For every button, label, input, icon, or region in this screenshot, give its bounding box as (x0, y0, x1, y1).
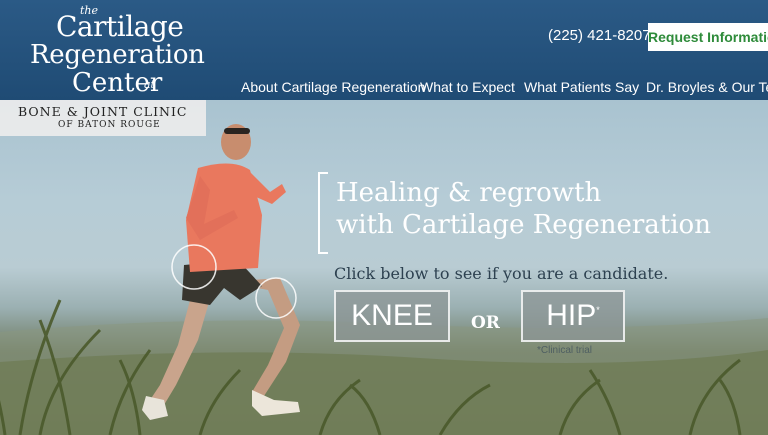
nav-what-patients-say[interactable]: What Patients Say (524, 79, 639, 95)
knee-button[interactable]: KNEE (334, 290, 450, 342)
clinic-location: OF BATON ROUGE (58, 120, 161, 130)
or-label: OR (471, 313, 500, 333)
hero-headline-line-1: Healing & regrowth (336, 178, 602, 208)
hip-asterisk: * (596, 305, 600, 315)
clinical-trial-note: *Clinical trial (537, 345, 593, 356)
logo-line-1: Cartilage (56, 10, 184, 43)
request-information-button[interactable]: Request Information (648, 23, 768, 51)
logo-at: at (144, 78, 155, 91)
headline-bracket (318, 172, 328, 254)
phone-number[interactable]: (225) 421-8207 (548, 27, 651, 44)
knee-button-label: KNEE (351, 299, 433, 332)
nav-dr-broyles-our-team[interactable]: Dr. Broyles & Our Team (646, 79, 768, 95)
clinic-name: BONE & JOINT CLINIC (18, 104, 188, 119)
hero-headline-line-2: with Cartilage Regeneration (336, 210, 711, 240)
nav-what-to-expect[interactable]: What to Expect (420, 79, 515, 95)
nav-about-cartilage-regeneration[interactable]: About Cartilage Regeneration (241, 79, 425, 95)
hip-button[interactable]: HIP* (521, 290, 625, 342)
hip-button-label: HIP (546, 299, 597, 332)
logo-line-2: Regeneration (30, 40, 205, 70)
hero-subtext: Click below to see if you are a candidat… (334, 264, 669, 283)
clinic-badge[interactable]: BONE & JOINT CLINIC OF BATON ROUGE (0, 100, 206, 136)
